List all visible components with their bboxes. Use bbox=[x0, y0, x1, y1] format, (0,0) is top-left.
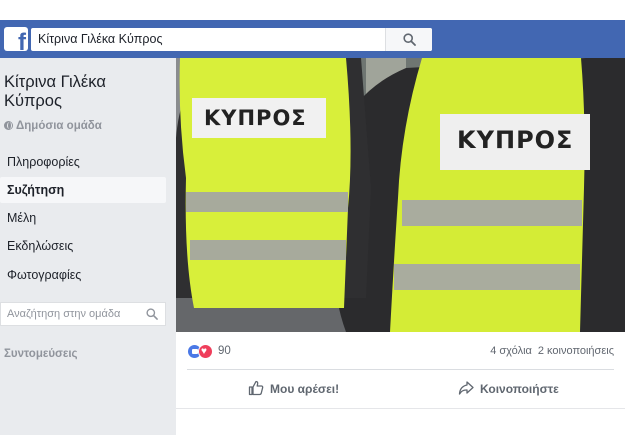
facebook-logo-icon[interactable]: f bbox=[4, 27, 28, 51]
like-button[interactable]: Μου αρέσει! bbox=[248, 379, 339, 399]
global-search-input[interactable]: Κίτρινα Γιλέκα Κύπρος bbox=[31, 28, 432, 51]
globe-icon bbox=[4, 121, 13, 130]
sidebar-item-about[interactable]: Πληροφορίες bbox=[0, 149, 166, 175]
facebook-logo-letter: f bbox=[18, 29, 26, 52]
share-button-label: Κοινοποιήστε bbox=[480, 382, 559, 396]
vest-label-left: ΚΥΠΡΟΣ bbox=[204, 106, 307, 130]
share-arrow-icon bbox=[458, 381, 474, 395]
page: f Κίτρινα Γιλέκα Κύπρος Κίτρινα Γιλέκα Κ… bbox=[0, 0, 625, 435]
reaction-count: 90 bbox=[218, 345, 231, 357]
sidebar-item-events[interactable]: Εκδηλώσεις bbox=[0, 233, 166, 259]
divider bbox=[187, 369, 614, 370]
cover-photo-image bbox=[176, 58, 625, 332]
group-title[interactable]: Κίτρινα Γιλέκα Κύπρος bbox=[4, 73, 164, 111]
group-search-input[interactable] bbox=[7, 306, 137, 322]
global-search-value: Κίτρινα Γιλέκα Κύπρος bbox=[38, 32, 163, 46]
vest-label-right: ΚΥΠΡΟΣ bbox=[457, 126, 574, 154]
sidebar-item-discussion[interactable]: Συζήτηση bbox=[0, 177, 166, 203]
search-icon[interactable] bbox=[146, 308, 158, 320]
share-button[interactable]: Κοινοποιήστε bbox=[458, 379, 559, 399]
divider bbox=[176, 408, 625, 409]
group-privacy: Δημόσια ομάδα bbox=[4, 120, 102, 132]
post-feedback-area: 90 4 σχόλια 2 κοινοποιήσεις Μου αρέσει! Κ… bbox=[176, 332, 625, 408]
group-privacy-label: Δημόσια ομάδα bbox=[16, 120, 102, 132]
post-stats: 4 σχόλια 2 κοινοποιήσεις bbox=[490, 345, 614, 357]
shares-count-link[interactable]: 2 κοινοποιήσεις bbox=[538, 345, 614, 357]
group-cover-photo[interactable]: ΚΥΠΡΟΣ ΚΥΠΡΟΣ bbox=[176, 58, 625, 332]
sidebar-item-members[interactable]: Μέλη bbox=[0, 205, 166, 231]
love-reaction-icon bbox=[198, 344, 213, 359]
search-button[interactable] bbox=[385, 28, 432, 51]
thumbs-up-icon bbox=[248, 380, 264, 396]
group-search-box bbox=[0, 302, 166, 326]
top-navigation-bar: f Κίτρινα Γιλέκα Κύπρος bbox=[0, 20, 625, 58]
search-icon bbox=[403, 33, 416, 46]
group-sidebar: Κίτρινα Γιλέκα Κύπρος Δημόσια ομάδα Πληρ… bbox=[0, 58, 176, 435]
comments-count-link[interactable]: 4 σχόλια bbox=[490, 345, 532, 357]
like-button-label: Μου αρέσει! bbox=[270, 382, 340, 396]
sidebar-item-photos[interactable]: Φωτογραφίες bbox=[0, 262, 166, 288]
shortcuts-heading: Συντομεύσεις bbox=[4, 348, 78, 360]
